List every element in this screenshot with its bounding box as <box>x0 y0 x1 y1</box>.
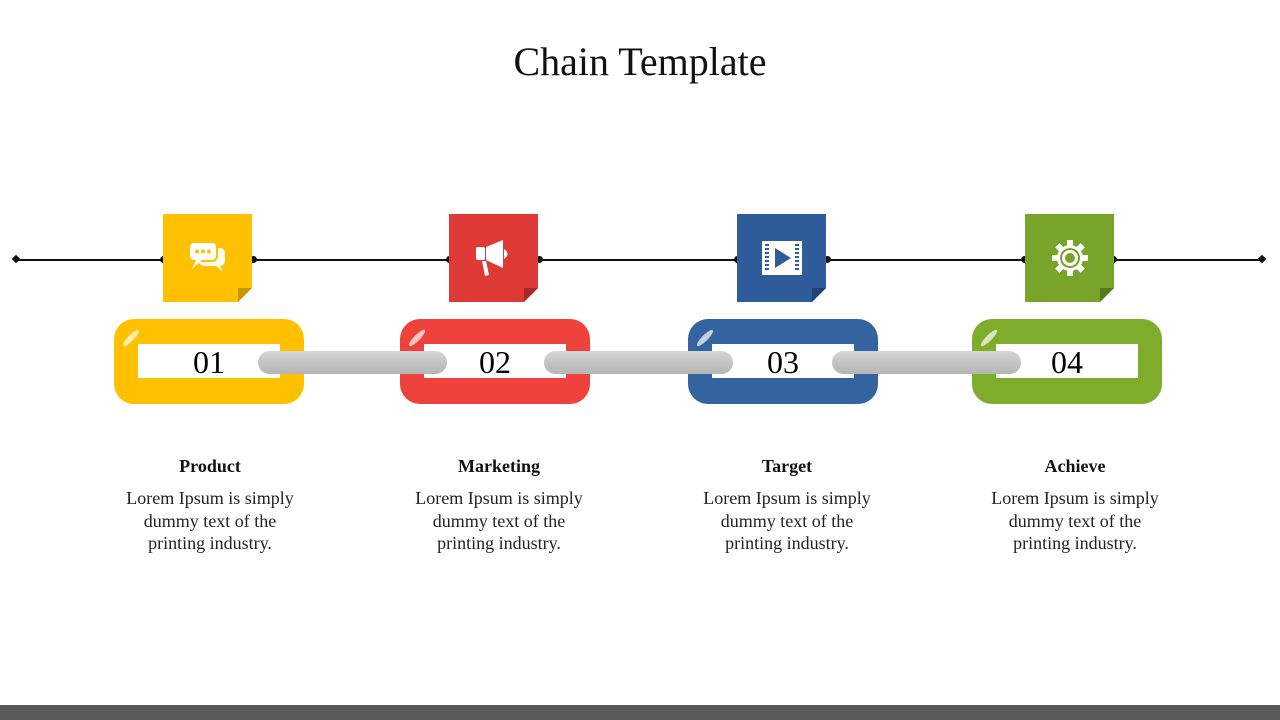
timeline-start-marker <box>11 254 21 264</box>
chain-connector-bar <box>258 351 447 374</box>
step-4-icon-tile <box>1025 214 1114 302</box>
step-3-description: Lorem Ipsum is simply dummy text of the … <box>703 488 871 553</box>
step-2-heading: Marketing <box>458 456 540 476</box>
step-1-icon-tile <box>163 214 252 302</box>
footer-bar <box>0 705 1280 720</box>
slide-title: Chain Template <box>513 39 767 84</box>
chain-connector-bar <box>544 351 733 374</box>
step-4-description: Lorem Ipsum is simply dummy text of the … <box>991 488 1159 553</box>
step-3-icon-tile <box>737 214 826 302</box>
step-4-heading: Achieve <box>1044 456 1106 476</box>
timeline-end-marker <box>1257 254 1267 264</box>
step-3-heading: Target <box>761 456 813 476</box>
chain-connector-bar <box>832 351 1021 374</box>
step-1-description: Lorem Ipsum is simply dummy text of the … <box>126 488 294 553</box>
step-2-description: Lorem Ipsum is simply dummy text of the … <box>415 488 583 553</box>
step-2-icon-tile <box>449 214 538 302</box>
step-1-heading: Product <box>179 456 241 476</box>
